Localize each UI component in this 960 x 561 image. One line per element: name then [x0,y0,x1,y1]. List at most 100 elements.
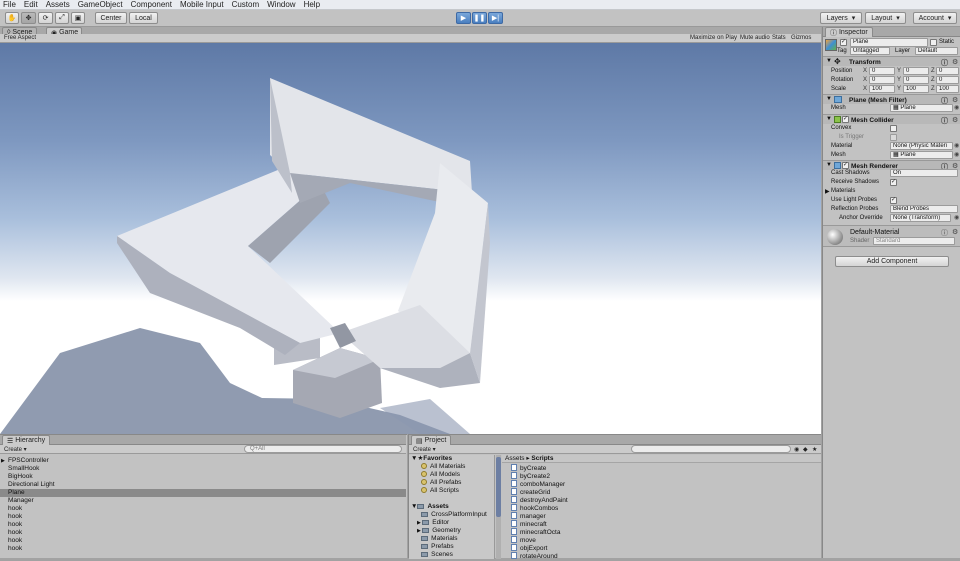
search-by-label-icon[interactable]: ◆ [803,446,808,453]
anchor-override-field[interactable]: None (Transform) [890,214,951,222]
account-dropdown[interactable]: Account [913,12,957,24]
move-tool-button[interactable]: ✥ [21,12,36,24]
scale-y-field[interactable]: 100 [903,85,929,93]
maximize-on-play-toggle[interactable]: Maximize on Play [690,35,737,41]
menu-edit[interactable]: Edit [24,0,38,9]
position-x-field[interactable]: 0 [869,67,895,75]
rect-tool-button[interactable]: ▣ [71,12,85,24]
gear-icon[interactable]: ⚙ [952,116,958,124]
favorites-header[interactable]: ▼★Favorites [411,455,452,463]
mesh-filter-header[interactable]: ▼ Plane (Mesh Filter) ⓘ ⚙ [823,94,960,105]
asset-folder-item[interactable]: Prefabs [417,543,454,551]
favorite-item[interactable]: All Prefabs [421,479,461,487]
hierarchy-create-dropdown[interactable]: Create ▾ [4,446,27,453]
materials-row[interactable]: ▶ Materials [823,187,960,196]
mesh-collider-header[interactable]: ▼ ✓ Mesh Collider ⓘ ⚙ [823,114,960,125]
hierarchy-item[interactable]: hook [0,521,406,529]
assets-header[interactable]: ▼ Assets [411,503,449,511]
hierarchy-item[interactable]: Plane [0,489,406,497]
shader-dropdown[interactable]: Standard [873,237,955,245]
step-button[interactable]: ▶| [488,12,503,24]
hierarchy-item[interactable]: hook [0,529,406,537]
gear-icon[interactable]: ⚙ [952,228,958,236]
menu-gameobject[interactable]: GameObject [78,0,123,9]
breadcrumb-scripts[interactable]: Scripts [531,455,553,462]
script-file-item[interactable]: minecraft [511,520,547,528]
mute-audio-toggle[interactable]: Mute audio [740,35,770,41]
favorite-item[interactable]: All Scripts [421,487,459,495]
favorite-star-icon[interactable]: ★ [812,446,817,453]
object-name-field[interactable]: Plane [850,38,928,47]
rotation-z-field[interactable]: 0 [936,76,959,84]
script-file-item[interactable]: rotateAround [511,552,558,560]
menu-window[interactable]: Window [267,0,295,9]
hierarchy-item[interactable]: SmallHook [0,465,406,473]
reflection-probes-dropdown[interactable]: Blend Probes [890,205,958,213]
position-y-field[interactable]: 0 [903,67,929,75]
convex-checkbox[interactable] [890,125,897,132]
script-file-item[interactable]: hookCombos [511,504,558,512]
space-local-button[interactable]: Local [129,12,158,24]
add-component-button[interactable]: Add Component [835,256,949,267]
breadcrumb-assets[interactable]: Assets [505,455,525,462]
layout-dropdown[interactable]: Layout [865,12,906,24]
script-file-item[interactable]: objExport [511,544,547,552]
game-viewport[interactable] [0,43,821,434]
mesh-filter-mesh-field[interactable]: ▦ Plane [890,104,953,112]
tab-hierarchy[interactable]: ☰ Hierarchy [2,435,51,445]
tab-inspector[interactable]: ⓘ Inspector [825,27,873,37]
hierarchy-item[interactable]: hook [0,537,406,545]
hand-tool-button[interactable]: ✋ [5,12,19,24]
hierarchy-item[interactable]: Manager [0,497,406,505]
asset-folder-item[interactable]: CrossPlatformInput [417,511,487,519]
hierarchy-item[interactable]: hook [0,545,406,553]
scale-z-field[interactable]: 100 [936,85,959,93]
hierarchy-item[interactable]: hook [0,505,406,513]
tag-dropdown[interactable]: Untagged [850,47,890,55]
layers-dropdown[interactable]: Layers [820,12,862,24]
light-probes-checkbox[interactable]: ✓ [890,197,897,204]
stats-toggle[interactable]: Stats [772,35,786,41]
asset-folder-item[interactable]: Materials [417,535,458,543]
gear-icon[interactable]: ⚙ [952,96,958,104]
script-file-item[interactable]: byCreate [511,464,546,472]
pivot-center-button[interactable]: Center [95,12,127,24]
is-trigger-checkbox[interactable] [890,134,897,141]
cast-shadows-dropdown[interactable]: On [890,169,958,177]
script-file-item[interactable]: move [511,536,536,544]
scale-x-field[interactable]: 100 [869,85,895,93]
tree-scrollbar-thumb[interactable] [496,457,501,517]
gear-icon[interactable]: ⚙ [952,58,958,66]
menu-component[interactable]: Component [131,0,172,9]
asset-folder-item[interactable]: ▶ Geometry [417,527,461,535]
script-file-item[interactable]: manager [511,512,546,520]
menu-custom[interactable]: Custom [232,0,260,9]
help-icon[interactable]: ⓘ [941,228,948,238]
rotation-y-field[interactable]: 0 [903,76,929,84]
transform-header[interactable]: ▼ ✥ Transform ⓘ ⚙ [823,56,960,67]
pause-button[interactable]: ❚❚ [472,12,487,24]
layer-dropdown[interactable]: Default [915,47,958,55]
foldout-arrow-icon[interactable]: ▶ [1,457,5,465]
rotate-tool-button[interactable]: ⟳ [38,12,53,24]
script-file-item[interactable]: byCreate2 [511,472,550,480]
mesh-renderer-enabled-checkbox[interactable]: ✓ [842,162,849,169]
rotation-x-field[interactable]: 0 [869,76,895,84]
tab-project[interactable]: ▤ Project [411,435,452,445]
script-file-item[interactable]: destroyAndPaint [511,496,568,504]
hierarchy-item[interactable]: BigHook [0,473,406,481]
favorite-item[interactable]: All Models [421,471,460,479]
object-picker-icon[interactable]: ◉ [954,104,959,111]
project-search-input[interactable] [631,445,791,453]
active-checkbox[interactable]: ✓ [840,39,847,46]
scale-tool-button[interactable]: ⤢ [55,12,69,24]
tree-scrollbar[interactable] [496,455,501,559]
receive-shadows-checkbox[interactable]: ✓ [890,179,897,186]
script-file-item[interactable]: createGrid [511,488,550,496]
hierarchy-item[interactable]: Directional Light [0,481,406,489]
menu-file[interactable]: File [3,0,16,9]
script-file-item[interactable]: comboManager [511,480,565,488]
hierarchy-search-input[interactable]: Q+All [244,445,402,453]
hierarchy-item[interactable]: ▶ FPSController [0,457,406,465]
collider-mesh-field[interactable]: ▦ Plane [890,151,953,159]
